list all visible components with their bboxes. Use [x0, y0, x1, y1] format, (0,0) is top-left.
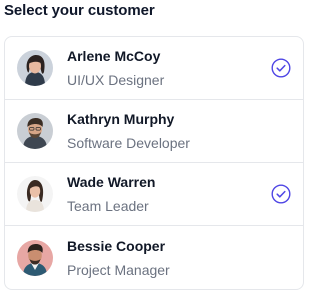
customer-role: Software Developer: [67, 135, 190, 151]
man-portrait-icon: [17, 239, 53, 276]
customer-select-page: Select your customer Arlene McCoy UI/UX …: [0, 0, 308, 296]
customer-name: Kathryn Murphy: [67, 111, 175, 127]
customer-name: Bessie Cooper: [67, 237, 166, 254]
avatar: [17, 113, 53, 149]
customer-role: Team Leader: [67, 198, 149, 214]
check-circle-icon: [271, 58, 291, 78]
check-circle-icon: [271, 184, 291, 204]
customer-item[interactable]: Bessie Cooper Project Manager: [5, 226, 303, 289]
customer-name: Wade Warren: [67, 174, 156, 190]
customer-role: Project Manager: [67, 261, 170, 278]
woman-portrait-icon: [17, 176, 53, 212]
avatar: [17, 239, 53, 276]
customer-role: UI/UX Designer: [67, 72, 165, 88]
customer-item[interactable]: Kathryn Murphy Software Developer: [5, 100, 303, 163]
customer-name: Arlene McCoy: [67, 48, 161, 64]
customer-item[interactable]: Wade Warren Team Leader: [5, 163, 303, 226]
avatar: [17, 176, 53, 212]
page-title: Select your customer: [4, 2, 155, 19]
avatar: [17, 50, 53, 86]
woman-portrait-icon: [17, 50, 53, 86]
man-portrait-icon: [17, 113, 53, 149]
customer-item[interactable]: Arlene McCoy UI/UX Designer: [5, 37, 303, 100]
customer-list: Arlene McCoy UI/UX Designer Kathryn Murp…: [4, 36, 304, 290]
